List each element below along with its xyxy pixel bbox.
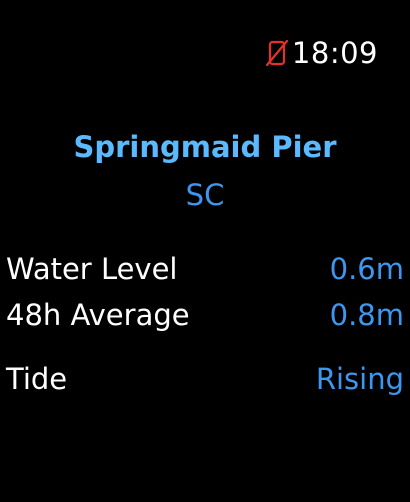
clock-time: 18:09 (291, 36, 378, 70)
water-level-label: Water Level (6, 252, 178, 286)
tide-row: Tide Rising (6, 362, 404, 396)
tide-value: Rising (315, 362, 404, 396)
average-value: 0.8m (329, 298, 404, 332)
average-row: 48h Average 0.8m (6, 298, 404, 332)
water-level-row: Water Level 0.6m (6, 252, 404, 286)
phone-disconnected-icon (265, 40, 288, 66)
tide-label: Tide (6, 362, 68, 396)
average-label: 48h Average (6, 298, 190, 332)
station-state: SC (185, 178, 225, 212)
station-name: Springmaid Pier (73, 130, 337, 164)
status-bar: 18:09 (265, 33, 378, 73)
water-level-value: 0.6m (329, 252, 404, 286)
